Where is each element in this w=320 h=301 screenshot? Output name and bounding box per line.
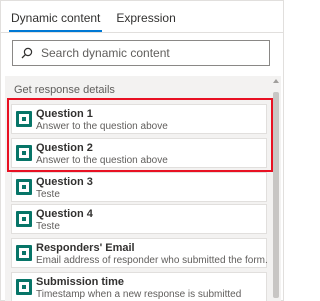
- list-item-submission-time[interactable]: Submission time Timestamp when a new res…: [11, 272, 267, 301]
- forms-icon: [16, 211, 32, 227]
- list-item-question-3[interactable]: Question 3 Teste: [11, 172, 267, 202]
- section-label: Get response details: [14, 84, 115, 96]
- item-description: Email address of responder who submitted…: [36, 255, 268, 266]
- list-item-question-2[interactable]: Question 2 Answer to the question above: [11, 138, 267, 168]
- item-title: Responders' Email: [36, 242, 135, 254]
- tab-expression[interactable]: Expression: [114, 7, 177, 33]
- item-description: Answer to the question above: [36, 121, 168, 132]
- tab-dynamic-content[interactable]: Dynamic content: [9, 7, 103, 33]
- list-item-question-1[interactable]: Question 1 Answer to the question above: [11, 104, 267, 134]
- item-title: Question 1: [36, 108, 93, 120]
- forms-icon: [16, 145, 32, 161]
- item-title: Question 2: [36, 142, 93, 154]
- item-description: Answer to the question above: [36, 155, 168, 166]
- dynamic-content-list: Get response details Question 1 Answer t…: [5, 76, 281, 301]
- search-input[interactable]: [41, 46, 251, 60]
- list-item-responders-email[interactable]: Responders' Email Email address of respo…: [11, 238, 268, 268]
- item-description: Teste: [36, 221, 60, 232]
- search-box[interactable]: [12, 40, 270, 66]
- item-title: Question 3: [36, 176, 93, 188]
- dynamic-content-panel: Dynamic content Expression Get response …: [0, 0, 284, 301]
- vertical-scrollbar[interactable]: [271, 76, 281, 301]
- item-description: Timestamp when a new response is submitt…: [36, 289, 242, 300]
- forms-icon: [16, 279, 32, 295]
- list-item-question-4[interactable]: Question 4 Teste: [11, 204, 267, 234]
- tab-bar: Dynamic content Expression: [9, 7, 190, 33]
- search-icon: [21, 47, 33, 59]
- item-title: Submission time: [36, 276, 125, 288]
- forms-icon: [16, 245, 32, 261]
- forms-icon: [16, 179, 32, 195]
- scrollbar-thumb[interactable]: [273, 92, 279, 298]
- forms-icon: [16, 111, 32, 127]
- tab-divider: [1, 32, 283, 33]
- item-description: Teste: [36, 189, 60, 200]
- item-title: Question 4: [36, 208, 93, 220]
- scroll-up-arrow-icon[interactable]: [273, 79, 279, 83]
